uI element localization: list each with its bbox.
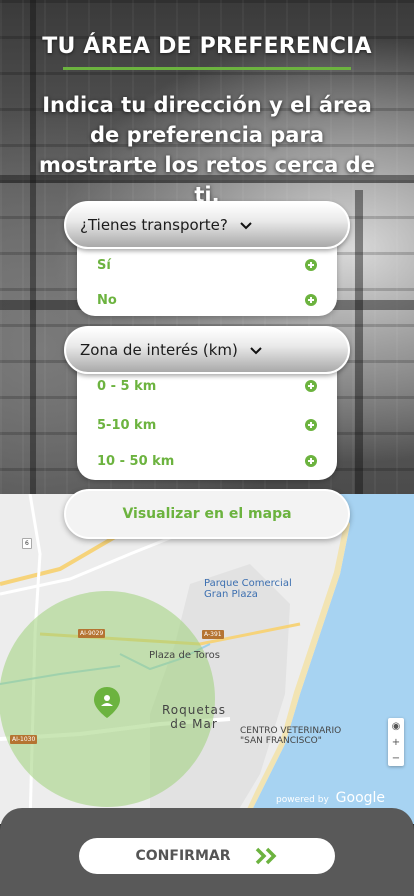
zoom-out-button[interactable]: −	[392, 753, 400, 764]
option-label: 5-10 km	[97, 417, 157, 433]
road-badge: AI-9029	[78, 629, 106, 638]
road-badge: A-391	[202, 630, 224, 639]
town-label-line: de Mar	[170, 717, 218, 731]
title-underline	[63, 67, 351, 70]
town-label: Roquetas de Mar	[162, 703, 226, 731]
page-title: TU ÁREA DE PREFERENCIA	[42, 34, 372, 59]
poi-label-line: Gran Plaza	[204, 589, 258, 600]
powered-by-label: powered by	[276, 795, 329, 805]
poi-veterinario: CENTRO VETERINARIO "SAN FRANCISCO"	[240, 726, 341, 746]
option-label: 0 - 5 km	[97, 378, 157, 394]
transport-option-no[interactable]: No	[97, 285, 317, 315]
poi-label-line: CENTRO VETERINARIO	[240, 726, 342, 736]
zone-option-5-10[interactable]: 5-10 km	[97, 410, 317, 440]
add-icon	[305, 380, 317, 392]
google-attribution: powered by Google	[276, 790, 385, 806]
zoom-in-button[interactable]: +	[392, 737, 400, 748]
chevron-down-icon	[240, 222, 252, 230]
option-label: 10 - 50 km	[97, 453, 175, 469]
zone-dropdown-label: Zona de interés (km)	[80, 341, 238, 359]
page-subtitle: Indica tu dirección y el área de prefere…	[39, 93, 375, 207]
transport-option-yes[interactable]: Sí	[97, 250, 317, 280]
map-zoom-control[interactable]: ◉ + −	[388, 718, 404, 766]
zone-dropdown[interactable]: Zona de interés (km)	[64, 326, 350, 374]
confirm-button[interactable]: CONFIRMAR	[79, 838, 335, 874]
transport-dropdown-label: ¿Tienes transporte?	[80, 216, 228, 234]
background-beam	[30, 0, 36, 500]
confirm-button-label: CONFIRMAR	[135, 848, 231, 864]
road-badge: 6	[22, 538, 32, 549]
visualize-map-button[interactable]: Visualizar en el mapa	[64, 489, 350, 539]
poi-label-line: Parque Comercial	[204, 578, 292, 589]
zone-option-0-5[interactable]: 0 - 5 km	[97, 371, 317, 401]
zone-option-10-50[interactable]: 10 - 50 km	[97, 446, 317, 476]
locate-icon[interactable]: ◉	[392, 721, 401, 732]
town-label-line: Roquetas	[162, 703, 227, 717]
zone-options-panel: 0 - 5 km 5-10 km 10 - 50 km	[77, 358, 337, 480]
double-chevron-right-icon	[255, 847, 276, 865]
option-label: Sí	[97, 257, 111, 273]
transport-dropdown[interactable]: ¿Tienes transporte?	[64, 201, 350, 249]
add-icon	[305, 455, 317, 467]
add-icon	[305, 259, 317, 271]
chevron-down-icon	[250, 347, 262, 355]
add-icon	[305, 294, 317, 306]
poi-label-line: "SAN FRANCISCO"	[240, 736, 322, 746]
google-logo: Google	[335, 790, 386, 806]
poi-parque-comercial: Parque Comercial Gran Plaza	[204, 578, 292, 600]
background-beam	[355, 190, 363, 500]
road-badge: AI-1030	[10, 735, 38, 744]
add-icon	[305, 419, 317, 431]
map-view[interactable]: 6 AI-9029 A-391 AI-1030 Parque Comercial…	[0, 494, 414, 824]
poi-plaza-toros: Plaza de Toros	[149, 650, 220, 661]
option-label: No	[97, 292, 117, 308]
